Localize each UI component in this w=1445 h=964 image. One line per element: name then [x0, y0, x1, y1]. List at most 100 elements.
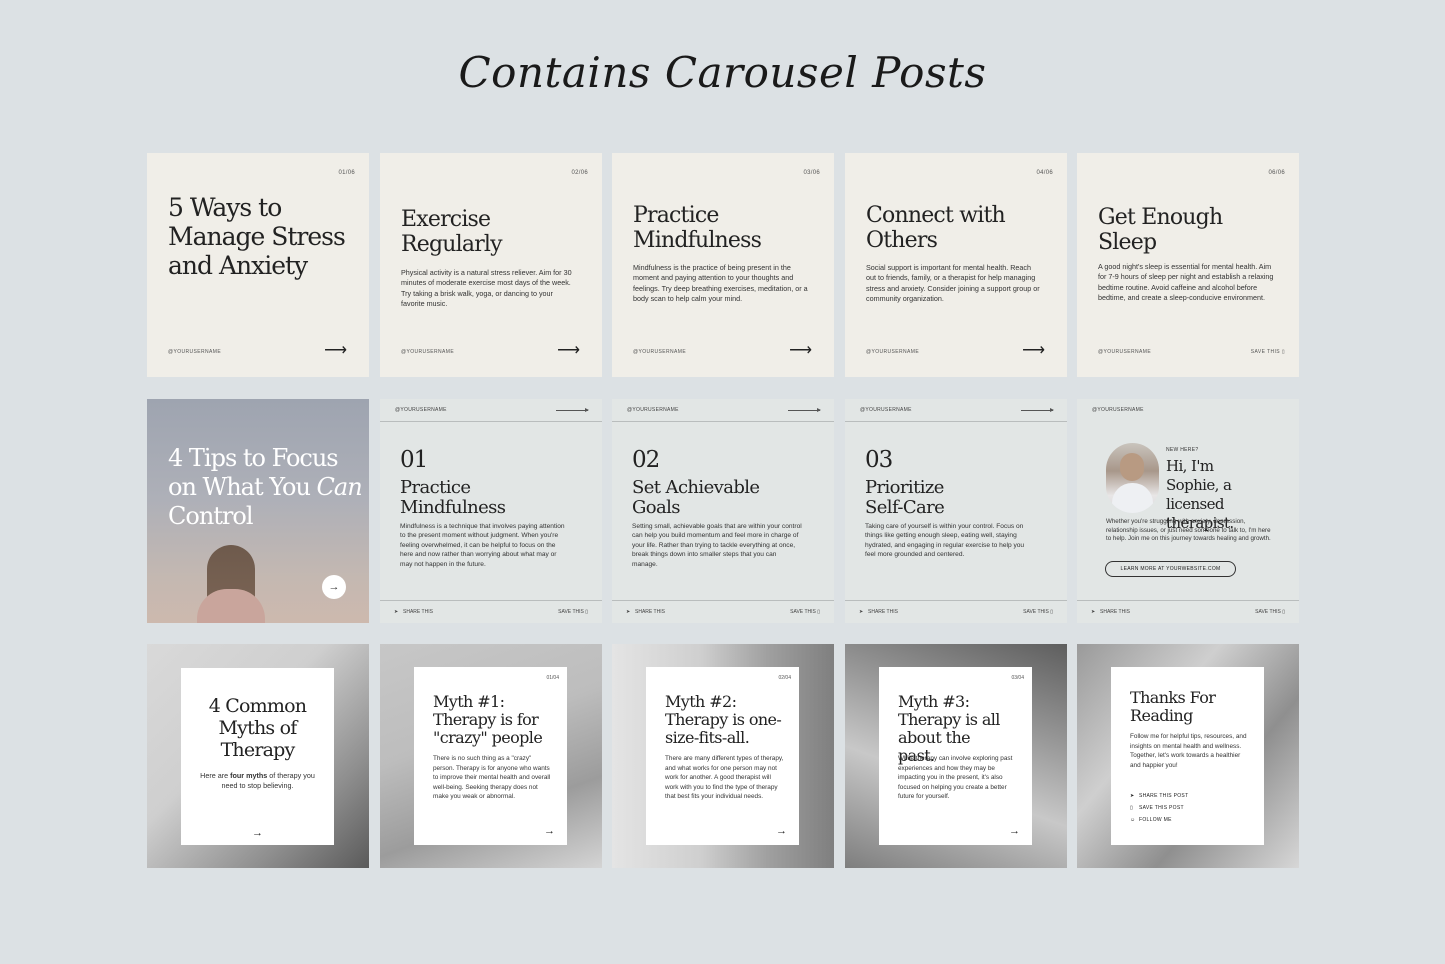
page-indicator: 01/04	[546, 675, 559, 681]
save-label: SAVE THIS	[558, 609, 584, 615]
slide-card[interactable]: 01/06 5 Ways to Manage Stress and Anxiet…	[147, 153, 369, 377]
follow-button[interactable]: ☺ FOLLOW ME	[1130, 817, 1172, 823]
about-card[interactable]: @YOURUSERNAME NEW HERE? Hi, I'm Sophie, …	[1077, 399, 1299, 623]
send-icon: ➤	[1091, 609, 1096, 615]
outro-body: Follow me for helpful tips, resources, a…	[1130, 733, 1247, 769]
share-button[interactable]: ➤ SHARE THIS	[626, 609, 665, 615]
save-button[interactable]: SAVE THIS ▯	[1023, 609, 1053, 615]
user-plus-icon: ☺	[1130, 817, 1136, 823]
slide-title: 4 Common Myths of Therapy	[208, 695, 307, 761]
card-footer: ➤ SHARE THIS SAVE THIS ▯	[1077, 600, 1299, 623]
next-arrow-button[interactable]: →	[322, 575, 346, 599]
body-emphasis: four myths	[230, 771, 268, 780]
myth-body: There is no such thing as a "crazy" pers…	[433, 755, 551, 801]
save-post-button[interactable]: ▯ SAVE THIS POST	[1130, 805, 1184, 811]
arrow-right-icon[interactable]: ⟶	[789, 343, 812, 359]
slide-body: Setting small, achievable goals that are…	[632, 523, 802, 568]
slide-title: 4 Tips to Focus on What You Can Control	[168, 444, 368, 531]
save-post-label: SAVE THIS POST	[1139, 805, 1184, 811]
share-button[interactable]: ➤ SHARE THIS	[859, 609, 898, 615]
arrow-line-icon	[1021, 408, 1054, 412]
bookmark-icon: ▯	[817, 609, 820, 615]
slide-card[interactable]: @YOURUSERNAME 01 Practice Mindfulness Mi…	[380, 399, 602, 623]
page-indicator: 03/04	[1011, 675, 1024, 681]
page-indicator: 01/06	[338, 170, 355, 176]
username: @YOURUSERNAME	[1098, 349, 1152, 355]
share-post-button[interactable]: ➤ SHARE THIS POST	[1130, 793, 1188, 799]
page-indicator: 02/04	[778, 675, 791, 681]
share-label: SHARE THIS	[1100, 609, 1130, 615]
slide-title: Set Achievable Goals	[632, 477, 760, 518]
slide-body: Mindfulness is the practice of being pre…	[633, 263, 808, 303]
save-button[interactable]: SAVE THIS ▯	[558, 609, 588, 615]
slide-card[interactable]: @YOURUSERNAME 02 Set Achievable Goals Se…	[612, 399, 834, 623]
title-part: 4 Tips to Focus on What You	[168, 444, 339, 501]
card-header: @YOURUSERNAME	[380, 399, 602, 422]
slide-card-photo[interactable]: 02/04 Myth #2: Therapy is one-size-fits-…	[612, 644, 834, 868]
arrow-right-icon[interactable]: ⟶	[1022, 343, 1045, 359]
arrow-right-icon[interactable]: ⟶	[324, 343, 347, 359]
slide-body: Taking care of yourself is within your c…	[865, 523, 1025, 559]
slide-body: Here are four myths of therapy you need …	[199, 771, 316, 791]
arrow-right-icon[interactable]: →	[1009, 825, 1020, 837]
share-button[interactable]: ➤ SHARE THIS	[394, 609, 433, 615]
page-indicator: 06/06	[1268, 170, 1285, 176]
bookmark-icon: ▯	[1130, 805, 1134, 811]
username: @YOURUSERNAME	[633, 349, 687, 355]
username: @YOURUSERNAME	[866, 349, 920, 355]
content-box: 4 Common Myths of Therapy Here are four …	[181, 668, 334, 845]
save-label: SAVE THIS	[1250, 349, 1281, 355]
learn-more-button[interactable]: LEARN MORE AT YOURWEBSITE.COM	[1105, 561, 1236, 577]
bookmark-icon: ▯	[1282, 609, 1285, 615]
myth-body: There are many different types of therap…	[665, 755, 784, 801]
tip-number: 01	[400, 447, 428, 473]
card-footer: ➤ SHARE THIS SAVE THIS ▯	[845, 600, 1067, 623]
arrow-right-icon[interactable]: →	[544, 825, 555, 837]
slide-card[interactable]: 02/06 Exercise Regularly Physical activi…	[380, 153, 602, 377]
card-header: @YOURUSERNAME	[612, 399, 834, 422]
save-button[interactable]: SAVE THIS ▯	[1255, 609, 1285, 615]
bookmark-icon: ▯	[1050, 609, 1053, 615]
slide-card[interactable]: 04/06 Connect with Others Social support…	[845, 153, 1067, 377]
eyebrow: NEW HERE?	[1166, 447, 1199, 453]
title-emphasis: Can	[316, 473, 363, 501]
slide-card[interactable]: 03/06 Practice Mindfulness Mindfulness i…	[612, 153, 834, 377]
username: @YOURUSERNAME	[860, 407, 912, 413]
share-post-label: SHARE THIS POST	[1139, 793, 1189, 799]
save-label: SAVE THIS	[1255, 609, 1281, 615]
myth-title: Myth #2: Therapy is one-size-fits-all.	[665, 692, 782, 747]
save-button[interactable]: SAVE THIS ▯	[1251, 349, 1285, 355]
page-indicator: 04/06	[1036, 170, 1053, 176]
slide-card-photo[interactable]: 01/04 Myth #1: Therapy is for "crazy" pe…	[380, 644, 602, 868]
slide-card[interactable]: 06/06 Get Enough Sleep A good night's sl…	[1077, 153, 1299, 377]
slide-title: Practice Mindfulness	[633, 203, 762, 253]
about-body: Whether you're struggling with anxiety, …	[1106, 518, 1271, 543]
page-indicator: 02/06	[571, 170, 588, 176]
arrow-right-icon[interactable]: →	[181, 828, 334, 839]
body-part: Here are	[200, 771, 231, 780]
avatar	[1106, 443, 1159, 513]
tip-number: 02	[632, 447, 660, 473]
arrow-right-icon[interactable]: →	[776, 825, 787, 837]
card-footer: ➤ SHARE THIS SAVE THIS ▯	[612, 600, 834, 623]
save-label: SAVE THIS	[1023, 609, 1049, 615]
card-header: @YOURUSERNAME	[1077, 399, 1299, 421]
card-header: @YOURUSERNAME	[845, 399, 1067, 422]
slide-card-photo[interactable]: 03/04 Myth #3: Therapy is all about the …	[845, 644, 1067, 868]
slide-body: A good night's sleep is essential for me…	[1098, 262, 1274, 302]
slide-body: Physical activity is a natural stress re…	[401, 268, 572, 308]
share-button[interactable]: ➤ SHARE THIS	[1091, 609, 1130, 615]
follow-label: FOLLOW ME	[1139, 817, 1172, 823]
save-button[interactable]: SAVE THIS ▯	[790, 609, 820, 615]
myth-title: Myth #1: Therapy is for "crazy" people	[433, 692, 543, 747]
arrow-right-icon[interactable]: ⟶	[557, 343, 580, 359]
slide-card-photo[interactable]: 4 Common Myths of Therapy Here are four …	[147, 644, 369, 868]
page-title: Contains Carousel Posts	[458, 48, 987, 97]
slide-card[interactable]: @YOURUSERNAME 03 Prioritize Self-Care Ta…	[845, 399, 1067, 623]
send-icon: ➤	[626, 609, 631, 615]
arrow-right-icon: →	[328, 581, 340, 593]
slide-card-photo[interactable]: Thanks For Reading Follow me for helpful…	[1077, 644, 1299, 868]
slide-title: Exercise Regularly	[401, 207, 503, 257]
slide-card-photo[interactable]: 4 Tips to Focus on What You Can Control …	[147, 399, 369, 623]
content-box: 01/04 Myth #1: Therapy is for "crazy" pe…	[414, 667, 567, 845]
